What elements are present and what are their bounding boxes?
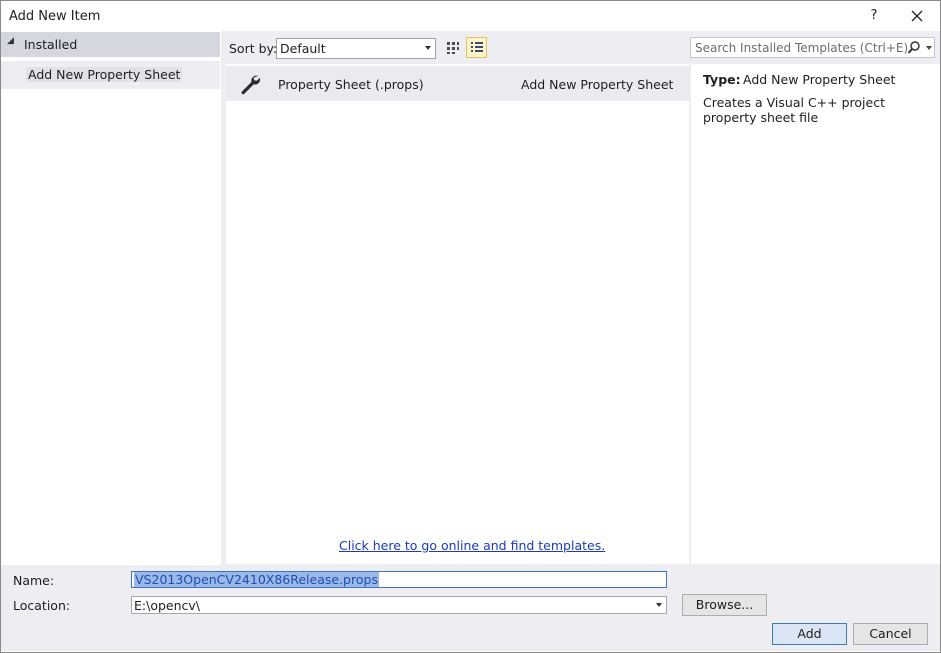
search-options-chevron-icon[interactable] bbox=[926, 46, 932, 50]
list-view-icon bbox=[471, 42, 483, 52]
collapse-triangle-icon[interactable]: ◢ bbox=[7, 36, 14, 46]
search-templates-input[interactable]: Search Installed Templates (Ctrl+E) bbox=[690, 37, 935, 58]
close-icon bbox=[911, 10, 923, 22]
category-item-label: Add New Property Sheet bbox=[26, 67, 183, 82]
location-value: E:\opencv\ bbox=[134, 598, 200, 613]
category-pane bbox=[1, 31, 221, 565]
template-list bbox=[226, 64, 689, 564]
installed-node[interactable]: ◢ Installed bbox=[1, 32, 220, 57]
online-templates-link[interactable]: Click here to go online and find templat… bbox=[339, 538, 605, 553]
name-field[interactable]: VS2013OpenCV2410X86Release.props bbox=[131, 571, 667, 588]
sort-by-label: Sort by: bbox=[229, 41, 278, 56]
search-placeholder: Search Installed Templates (Ctrl+E) bbox=[695, 41, 909, 55]
add-button[interactable]: Add bbox=[772, 623, 847, 645]
close-button[interactable] bbox=[905, 5, 929, 27]
sort-by-value: Default bbox=[280, 41, 326, 56]
template-description: Creates a Visual C++ project property sh… bbox=[703, 95, 885, 125]
type-label: Type: bbox=[703, 72, 741, 87]
grid-view-icon bbox=[447, 42, 459, 54]
installed-label: Installed bbox=[24, 37, 78, 52]
template-category: Add New Property Sheet bbox=[521, 77, 674, 92]
cancel-button[interactable]: Cancel bbox=[853, 623, 928, 645]
help-button[interactable]: ? bbox=[863, 5, 885, 27]
location-label: Location: bbox=[13, 598, 71, 613]
template-name: Property Sheet (.props) bbox=[278, 77, 424, 92]
dialog-title: Add New Item bbox=[9, 9, 101, 24]
name-value: VS2013OpenCV2410X86Release.props bbox=[134, 572, 379, 587]
list-view-button[interactable] bbox=[466, 37, 487, 58]
title-bar: Add New Item ? bbox=[1, 1, 940, 31]
browse-button[interactable]: Browse... bbox=[682, 594, 767, 616]
chevron-down-icon bbox=[425, 46, 431, 50]
medium-icons-view-button[interactable] bbox=[443, 38, 463, 58]
category-item-add-new-property-sheet[interactable]: Add New Property Sheet bbox=[1, 61, 220, 89]
name-label: Name: bbox=[13, 573, 55, 588]
sort-by-dropdown[interactable]: Default bbox=[276, 38, 436, 59]
location-field[interactable]: E:\opencv\ bbox=[131, 596, 667, 614]
type-value: Add New Property Sheet bbox=[743, 72, 896, 87]
location-chevron-down-icon[interactable] bbox=[656, 603, 662, 607]
wrench-icon bbox=[241, 75, 261, 95]
details-pane bbox=[691, 64, 940, 564]
search-icon[interactable] bbox=[907, 40, 921, 55]
